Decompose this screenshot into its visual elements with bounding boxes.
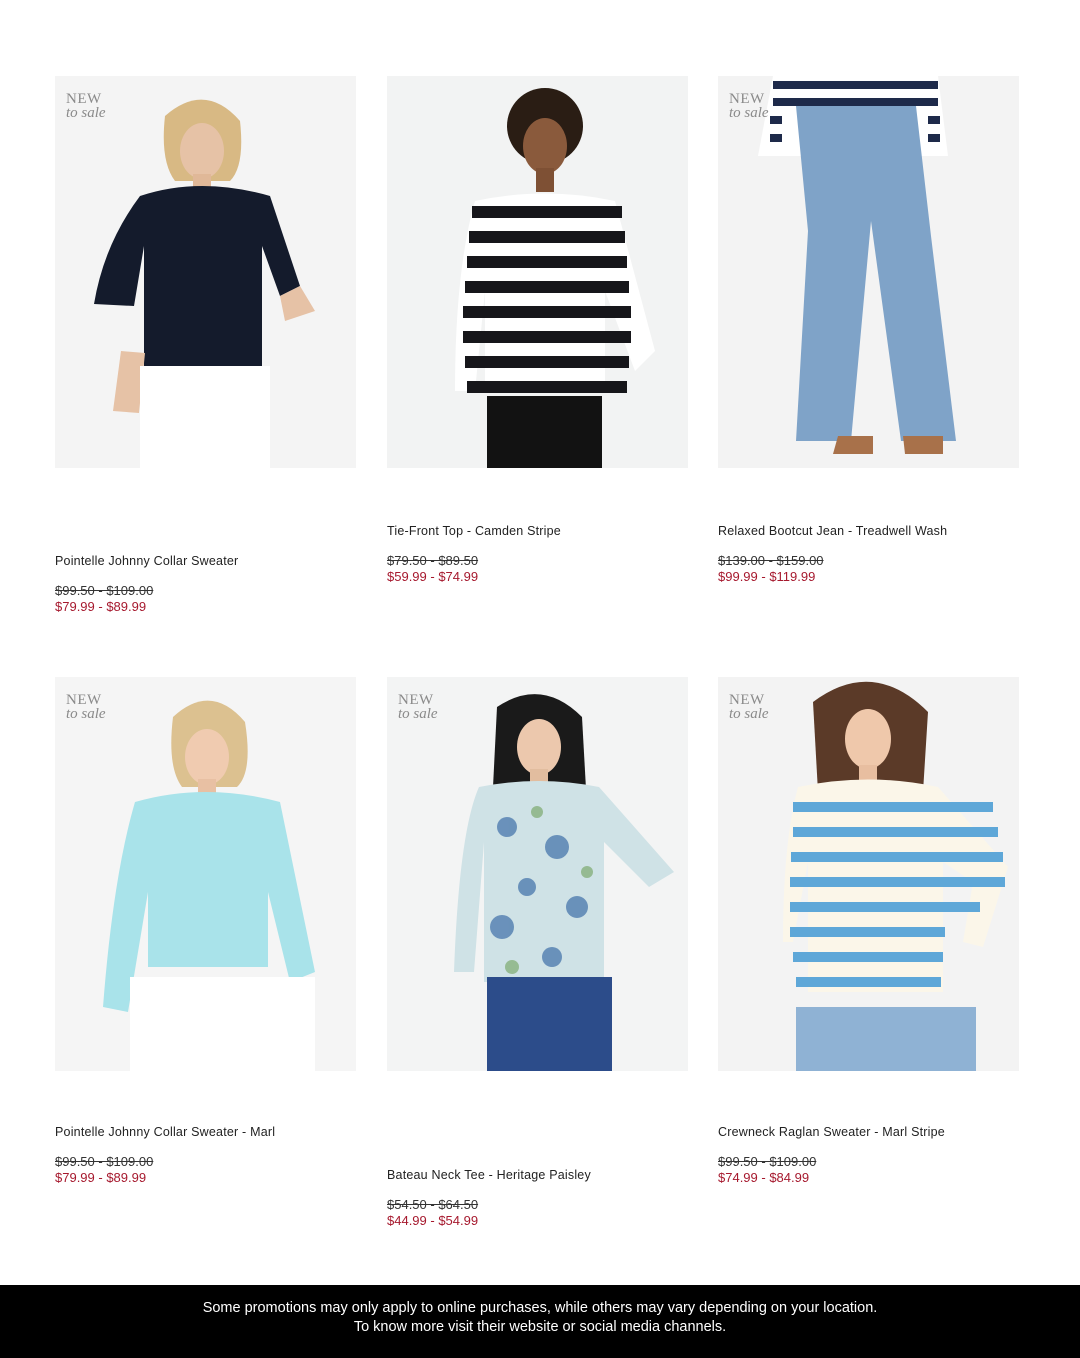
new-to-sale-badge: NEW to sale [66,91,106,121]
product-name[interactable]: Tie-Front Top - Camden Stripe [387,524,561,538]
sale-price: $79.99 - $89.99 [55,599,147,614]
product-name[interactable]: Relaxed Bootcut Jean - Treadwell Wash [718,524,947,538]
new-to-sale-badge: NEW to sale [729,91,769,121]
original-price: $79.50 - $89.50 [387,553,479,568]
product-name[interactable]: Pointelle Johnny Collar Sweater - Marl [55,1125,275,1139]
original-price: $99.50 - $109.00 [55,1154,154,1169]
new-to-sale-badge: NEW to sale [398,692,438,722]
sale-price: $99.99 - $119.99 [718,569,816,584]
disclaimer-line-2: To know more visit their website or soci… [353,1319,727,1335]
new-to-sale-badge: NEW to sale [729,692,769,722]
product-image[interactable]: NEW to sale [55,677,356,1071]
product-name[interactable]: Crewneck Raglan Sweater - Marl Stripe [718,1125,945,1139]
product-image[interactable]: NEW to sale [387,677,688,1071]
product-card[interactable]: NEW to sale Pointelle Johnny Collar Swea… [55,76,356,616]
sale-price: $79.99 - $89.99 [55,1170,147,1185]
model-blue-sweater-image [55,677,356,1071]
product-card[interactable]: NEW to sale Crewneck Raglan Sweater - Ma… [718,677,1019,1187]
sale-price: $44.99 - $54.99 [387,1213,479,1228]
product-name[interactable]: Pointelle Johnny Collar Sweater [55,554,238,568]
product-card[interactable]: Tie-Front Top - Camden Stripe $79.50 - $… [387,76,688,586]
model-striped-top-image [387,76,688,468]
new-to-sale-badge: NEW to sale [66,692,106,722]
promotion-disclaimer-footer: Some promotions may only apply to online… [0,1285,1080,1358]
model-paisley-tee-image [387,677,688,1071]
sale-price: $59.99 - $74.99 [387,569,479,584]
model-striped-sweater-image [718,677,1019,1071]
original-price: $54.50 - $64.50 [387,1197,479,1212]
original-price: $99.50 - $109.00 [718,1154,817,1169]
model-navy-sweater-image [55,76,356,468]
disclaimer-line-1: Some promotions may only apply to online… [202,1300,878,1316]
product-image[interactable] [387,76,688,468]
product-card[interactable]: NEW to sale Relaxed Bootcut Jean - Tread… [718,76,1019,586]
product-image[interactable]: NEW to sale [55,76,356,468]
original-price: $139.00 - $159.00 [718,553,824,568]
sale-price: $74.99 - $84.99 [718,1170,810,1185]
original-price: $99.50 - $109.00 [55,583,154,598]
product-card[interactable]: NEW to sale Bateau Neck Tee - Heritage P… [387,677,688,1237]
product-image[interactable]: NEW to sale [718,76,1019,468]
product-card[interactable]: NEW to sale Pointelle Johnny Collar Swea… [55,677,356,1187]
product-image[interactable]: NEW to sale [718,677,1019,1071]
model-bootcut-jeans-image [718,76,1019,468]
product-name[interactable]: Bateau Neck Tee - Heritage Paisley [387,1168,591,1182]
